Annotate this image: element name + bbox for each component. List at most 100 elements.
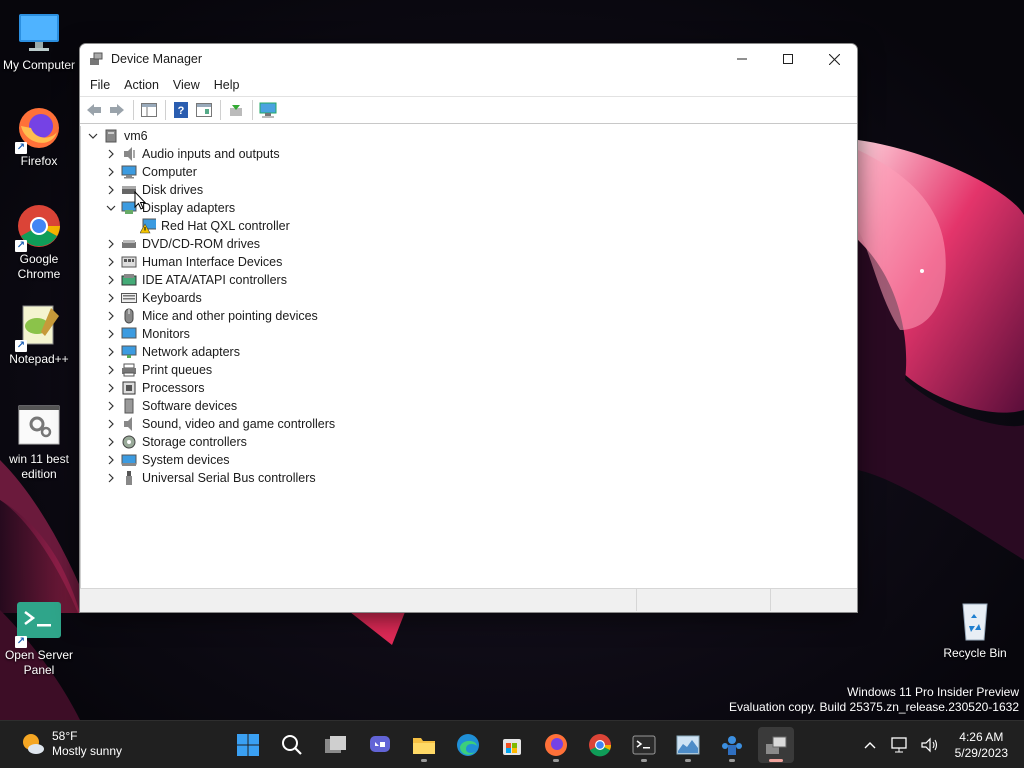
chevron-right-icon[interactable] xyxy=(103,397,119,415)
tree-category-network-adapters[interactable]: Network adapters xyxy=(103,343,240,361)
tree-category-dvd-cd-rom-drives[interactable]: DVD/CD-ROM drives xyxy=(103,235,260,253)
tree-category-computer[interactable]: Computer xyxy=(103,163,197,181)
weather-condition: Mostly sunny xyxy=(52,744,123,758)
desktop-icon-label: Firefox xyxy=(20,154,58,168)
edge-button[interactable] xyxy=(450,727,486,763)
desktop-icon-open-server-panel[interactable]: ↗ Open Server Panel xyxy=(0,598,78,678)
show-hide-console-tree-button[interactable] xyxy=(138,99,160,121)
taskbar-clock[interactable]: 4:26 AM 5/29/2023 xyxy=(955,729,1008,761)
tree-category-universal-serial-bus-controllers[interactable]: Universal Serial Bus controllers xyxy=(103,469,316,487)
desktop-icon-recycle-bin[interactable]: Recycle Bin xyxy=(936,596,1014,661)
chevron-right-icon[interactable] xyxy=(103,361,119,379)
device-tree[interactable]: vm6 Audio inputs and outputs Computer Disk… xyxy=(80,126,857,589)
chevron-right-icon[interactable] xyxy=(103,469,119,487)
update-driver-button[interactable] xyxy=(225,99,247,121)
task-view-button[interactable] xyxy=(318,727,354,763)
shortcut-arrow-icon: ↗ xyxy=(15,240,27,252)
tree-category-audio-inputs-and-outputs[interactable]: Audio inputs and outputs xyxy=(103,145,280,163)
menu-help[interactable]: Help xyxy=(207,74,247,96)
desktop-icon-notepad-plus-plus[interactable]: ↗ Notepad++ xyxy=(0,302,78,367)
device-manager-taskbar-button[interactable] xyxy=(758,727,794,763)
chrome-icon xyxy=(589,734,612,757)
tree-category-label: Human Interface Devices xyxy=(142,255,283,269)
desktop-icon-firefox[interactable]: ↗ Firefox xyxy=(0,104,78,169)
firefox-icon: ↗ xyxy=(15,104,63,154)
chevron-right-icon[interactable] xyxy=(103,307,119,325)
close-button[interactable] xyxy=(811,44,857,74)
tree-category-print-queues[interactable]: Print queues xyxy=(103,361,212,379)
tree-category-label: Network adapters xyxy=(142,345,240,359)
chevron-right-icon[interactable] xyxy=(103,433,119,451)
toolbar-separator xyxy=(165,100,166,120)
sound-icon xyxy=(121,416,137,432)
chevron-right-icon[interactable] xyxy=(103,271,119,289)
tree-category-label: DVD/CD-ROM drives xyxy=(142,237,261,251)
chevron-right-icon[interactable] xyxy=(103,415,119,433)
weather-widget[interactable]: 58°F Mostly sunny xyxy=(20,729,122,759)
help-button[interactable]: ? xyxy=(170,99,192,121)
start-button[interactable] xyxy=(230,727,266,763)
chevron-down-icon[interactable] xyxy=(103,199,119,217)
tree-category-storage-controllers[interactable]: Storage controllers xyxy=(103,433,247,451)
hyperv-manager-button[interactable] xyxy=(714,727,750,763)
chrome-taskbar-button[interactable] xyxy=(582,727,618,763)
tree-category-system-devices[interactable]: System devices xyxy=(103,451,230,469)
tree-category-mice-and-other-pointing-devices[interactable]: Mice and other pointing devices xyxy=(103,307,318,325)
teams-chat-button[interactable] xyxy=(362,727,398,763)
chevron-right-icon[interactable] xyxy=(103,145,119,163)
chevron-right-icon[interactable] xyxy=(103,343,119,361)
chevron-right-icon[interactable] xyxy=(103,289,119,307)
tree-category-sound-video-and-game-controllers[interactable]: Sound, video and game controllers xyxy=(103,415,335,433)
tree-root-node[interactable]: vm6 xyxy=(85,127,148,145)
desktop-icon-my-computer[interactable]: My Computer xyxy=(0,8,78,73)
show-hidden-icons-button[interactable] xyxy=(858,733,882,757)
tree-category-software-devices[interactable]: Software devices xyxy=(103,397,237,415)
tree-device-red-hat-qxl-controller[interactable]: Red Hat QXL controller xyxy=(138,217,290,235)
forward-button[interactable] xyxy=(106,99,128,121)
desktop-icon-win11-best-edition[interactable]: win 11 best edition xyxy=(0,402,78,482)
back-button[interactable] xyxy=(83,99,105,121)
tree-category-keyboards[interactable]: Keyboards xyxy=(103,289,202,307)
chevron-right-icon[interactable] xyxy=(103,379,119,397)
properties-button[interactable] xyxy=(193,99,215,121)
tree-category-display-adapters[interactable]: Display adapters xyxy=(103,199,235,217)
window-title: Device Manager xyxy=(111,52,203,66)
scan-hardware-changes-button[interactable] xyxy=(257,99,279,121)
tree-category-processors[interactable]: Processors xyxy=(103,379,205,397)
speaker-icon xyxy=(121,146,137,162)
taskbar-search-button[interactable] xyxy=(274,727,310,763)
device-manager-window[interactable]: Device Manager File Action View Help ? v… xyxy=(79,43,858,613)
tree-category-monitors[interactable]: Monitors xyxy=(103,325,190,343)
terminal-taskbar-button[interactable] xyxy=(626,727,662,763)
watermark-build: Evaluation copy. Build 25375.zn_release.… xyxy=(729,700,1019,714)
properties-icon xyxy=(196,103,212,117)
menu-action[interactable]: Action xyxy=(117,74,166,96)
chevron-down-icon[interactable] xyxy=(85,127,101,145)
resource-monitor-button[interactable] xyxy=(670,727,706,763)
minimize-button[interactable] xyxy=(719,44,765,74)
maximize-button[interactable] xyxy=(765,44,811,74)
microsoft-store-button[interactable] xyxy=(494,727,530,763)
tree-category-human-interface-devices[interactable]: Human Interface Devices xyxy=(103,253,282,271)
chevron-right-icon[interactable] xyxy=(103,325,119,343)
chevron-right-icon[interactable] xyxy=(103,235,119,253)
chevron-right-icon[interactable] xyxy=(103,163,119,181)
tree-category-disk-drives[interactable]: Disk drives xyxy=(103,181,203,199)
chevron-right-icon[interactable] xyxy=(103,451,119,469)
tree-category-label: Audio inputs and outputs xyxy=(142,147,280,161)
network-status-button[interactable] xyxy=(888,733,912,757)
title-bar[interactable]: Device Manager xyxy=(80,44,857,74)
file-explorer-button[interactable] xyxy=(406,727,442,763)
chevron-right-icon[interactable] xyxy=(103,253,119,271)
menu-file[interactable]: File xyxy=(83,74,117,96)
chevron-right-icon[interactable] xyxy=(103,181,119,199)
desktop-icon-google-chrome[interactable]: ↗ Google Chrome xyxy=(0,202,78,282)
menu-view[interactable]: View xyxy=(166,74,207,96)
printer-icon xyxy=(121,362,137,378)
tree-category-ide-ata-atapi-controllers[interactable]: IDE ATA/ATAPI controllers xyxy=(103,271,287,289)
mouse-cursor-icon xyxy=(134,191,146,210)
desktop-icon-label: Notepad++ xyxy=(9,352,69,366)
volume-button[interactable] xyxy=(918,733,942,757)
tree-root-label: vm6 xyxy=(124,129,148,143)
firefox-taskbar-button[interactable] xyxy=(538,727,574,763)
